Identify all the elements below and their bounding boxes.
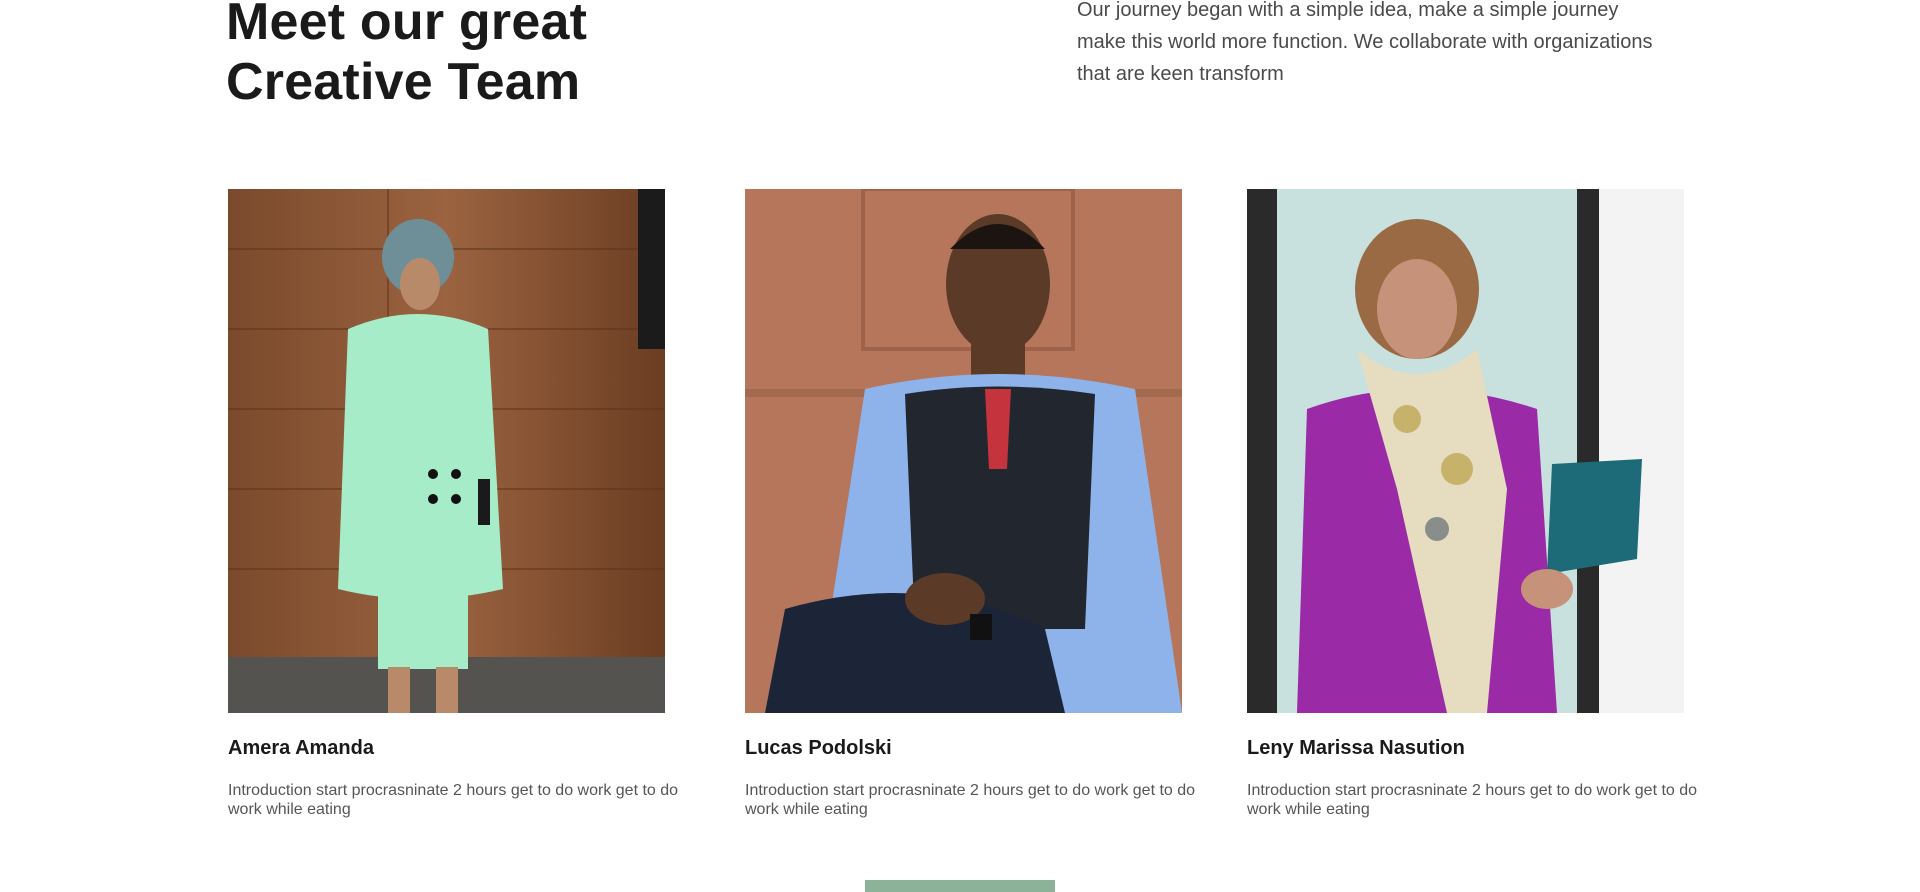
team-card-amera: Amera Amanda Introduction start procrasn… [228, 189, 688, 819]
team-card-leny: Leny Marissa Nasution Introduction start… [1247, 189, 1707, 819]
member-photo [745, 189, 1182, 713]
member-intro: Introduction start procrasninate 2 hours… [228, 782, 679, 818]
member-photo-image [1247, 189, 1684, 713]
section-intro: Our journey began with a simple idea, ma… [1077, 0, 1653, 85]
member-photo [1247, 189, 1684, 713]
member-intro: Introduction start procrasninate 2 hours… [1247, 782, 1698, 818]
section-title-line-1: Meet our great [226, 0, 588, 51]
team-card-lucas: Lucas Podolski Introduction start procra… [745, 189, 1205, 819]
member-name: Leny Marissa Nasution [1247, 737, 1465, 759]
member-name: Amera Amanda [228, 737, 374, 759]
team-section: Meet our great Creative Team Our journey… [0, 0, 1920, 892]
section-title-line-2: Creative Team [226, 53, 581, 111]
member-intro: Introduction start procrasninate 2 hours… [745, 782, 1196, 818]
member-photo [228, 189, 665, 713]
load-more-button[interactable] [865, 880, 1055, 892]
member-photo-image [745, 189, 1182, 713]
section-title: Meet our great Creative Team [226, 0, 587, 112]
member-photo-image [228, 189, 665, 713]
member-name: Lucas Podolski [745, 737, 892, 759]
